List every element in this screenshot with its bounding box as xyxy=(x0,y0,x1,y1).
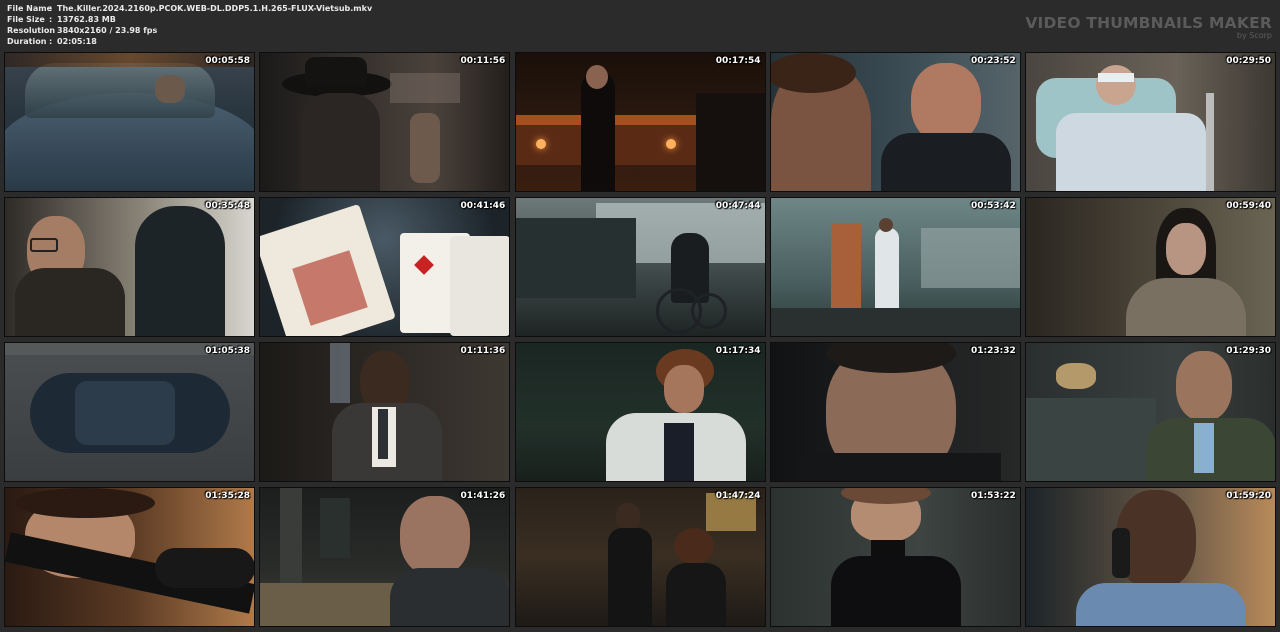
info-separator: : xyxy=(49,4,53,13)
frame-image xyxy=(260,198,510,336)
thumbnail[interactable]: 00:23:52 xyxy=(769,52,1021,192)
timestamp: 00:53:42 xyxy=(970,201,1016,211)
timestamp: 00:11:56 xyxy=(460,56,506,66)
frame-image xyxy=(770,343,1020,481)
info-value: 3840x2160 / 23.98 fps xyxy=(57,26,158,35)
timestamp: 00:47:44 xyxy=(715,201,761,211)
thumbnail[interactable]: 01:05:38 xyxy=(4,342,255,482)
timestamp: 00:29:50 xyxy=(1226,56,1271,66)
timestamp: 01:59:20 xyxy=(1226,491,1271,501)
frame-image xyxy=(260,343,510,481)
frame-image xyxy=(515,53,765,191)
thumbnail[interactable]: 01:59:20 xyxy=(1025,487,1276,627)
timestamp: 01:41:26 xyxy=(460,491,506,501)
thumbnail[interactable]: 01:17:34 xyxy=(514,342,766,482)
timestamp: 01:29:30 xyxy=(1226,346,1271,356)
timestamp: 00:05:58 xyxy=(205,56,250,66)
timestamp: 00:41:46 xyxy=(460,201,506,211)
frame-image xyxy=(260,53,510,191)
watermark-subtitle: by Scorp xyxy=(1236,31,1272,40)
timestamp: 01:47:24 xyxy=(715,491,761,501)
frame-image xyxy=(5,488,254,626)
thumbnail-grid: 00:05:58 00:11:56 00:17:54 00:23:52 00:2… xyxy=(4,52,1276,628)
thumbnail[interactable]: 00:47:44 xyxy=(514,197,766,337)
info-label: Duration xyxy=(7,37,47,46)
frame-image xyxy=(515,198,765,336)
thumbnail[interactable]: 00:35:48 xyxy=(4,197,255,337)
thumbnail[interactable]: 00:05:58 xyxy=(4,52,255,192)
file-info-panel: File Name : The.Killer.2024.2160p.PCOK.W… xyxy=(7,3,372,47)
info-separator: : xyxy=(49,26,53,35)
thumbnail[interactable]: 01:35:28 xyxy=(4,487,255,627)
info-value: 02:05:18 xyxy=(57,37,97,46)
frame-image xyxy=(770,53,1020,191)
frame-image xyxy=(515,343,765,481)
frame-image xyxy=(1026,488,1275,626)
frame-image xyxy=(1026,53,1275,191)
timestamp: 01:11:36 xyxy=(460,346,506,356)
info-separator: : xyxy=(49,15,53,24)
thumbnail[interactable]: 01:23:32 xyxy=(769,342,1021,482)
info-label: File Size xyxy=(7,15,45,24)
info-row-file-size: File Size : 13762.83 MB xyxy=(7,14,372,25)
thumbnail[interactable]: 00:59:40 xyxy=(1025,197,1276,337)
frame-image xyxy=(5,343,254,481)
thumbnail[interactable]: 00:29:50 xyxy=(1025,52,1276,192)
thumbnail[interactable]: 01:29:30 xyxy=(1025,342,1276,482)
thumbnail[interactable]: 01:47:24 xyxy=(514,487,766,627)
frame-image xyxy=(260,488,510,626)
timestamp: 00:17:54 xyxy=(715,56,761,66)
timestamp: 00:35:48 xyxy=(205,201,250,211)
timestamp: 01:17:34 xyxy=(715,346,761,356)
frame-image xyxy=(770,198,1020,336)
info-label: Resolution xyxy=(7,26,56,35)
info-value: The.Killer.2024.2160p.PCOK.WEB-DL.DDP5.1… xyxy=(57,4,373,13)
thumbnail[interactable]: 00:53:42 xyxy=(769,197,1021,337)
thumbnail[interactable]: 00:17:54 xyxy=(514,52,766,192)
thumbnail[interactable]: 01:41:26 xyxy=(259,487,511,627)
timestamp: 01:35:28 xyxy=(205,491,250,501)
info-row-duration: Duration : 02:05:18 xyxy=(7,36,372,47)
frame-image xyxy=(1026,198,1275,336)
info-value: 13762.83 MB xyxy=(57,15,116,24)
info-label: File Name xyxy=(7,4,53,13)
frame-image xyxy=(770,488,1020,626)
thumbnail[interactable]: 00:41:46 xyxy=(259,197,511,337)
frame-image xyxy=(5,53,254,191)
timestamp: 01:05:38 xyxy=(205,346,250,356)
timestamp: 01:23:32 xyxy=(970,346,1016,356)
watermark: VIDEO THUMBNAILS MAKER by Scorp xyxy=(1025,14,1272,40)
frame-image xyxy=(1026,343,1275,481)
info-separator: : xyxy=(49,37,53,46)
info-row-file-name: File Name : The.Killer.2024.2160p.PCOK.W… xyxy=(7,3,372,14)
frame-image xyxy=(5,198,254,336)
thumbnail[interactable]: 00:11:56 xyxy=(259,52,511,192)
timestamp: 01:53:22 xyxy=(970,491,1016,501)
frame-image xyxy=(515,488,765,626)
thumbnail[interactable]: 01:11:36 xyxy=(259,342,511,482)
timestamp: 00:23:52 xyxy=(970,56,1016,66)
info-row-resolution: Resolution : 3840x2160 / 23.98 fps xyxy=(7,25,372,36)
thumbnail[interactable]: 01:53:22 xyxy=(769,487,1021,627)
timestamp: 00:59:40 xyxy=(1226,201,1271,211)
watermark-title: VIDEO THUMBNAILS MAKER xyxy=(1025,14,1272,32)
